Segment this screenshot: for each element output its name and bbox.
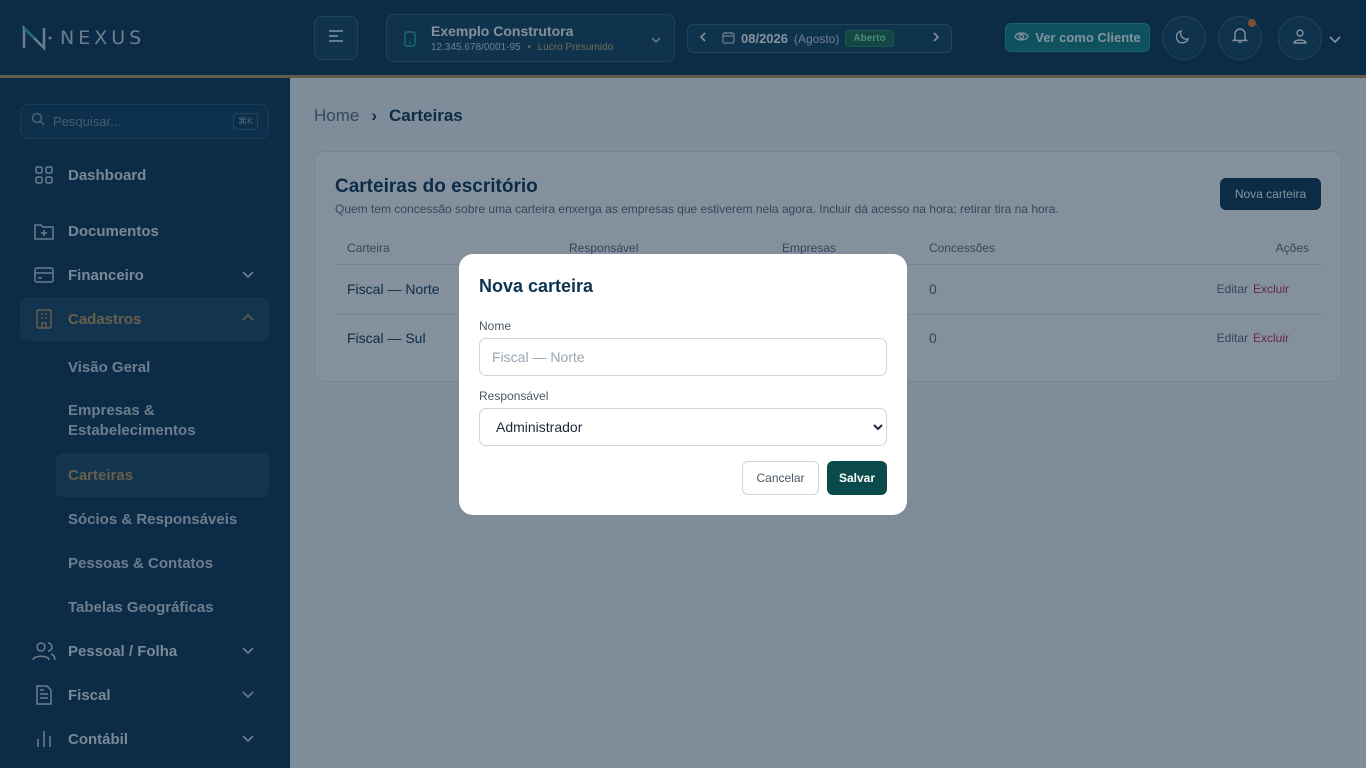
carteira-name-input[interactable] bbox=[479, 338, 887, 376]
owner-field-label: Responsável bbox=[479, 389, 549, 403]
new-carteira-modal: Nova carteira Nome Responsável Administr… bbox=[459, 254, 907, 515]
name-field-label: Nome bbox=[479, 319, 512, 333]
save-button[interactable]: Salvar bbox=[827, 461, 887, 495]
owner-select[interactable]: Administrador bbox=[479, 408, 887, 446]
cancel-button[interactable]: Cancelar bbox=[742, 461, 819, 495]
modal-title: Nova carteira bbox=[479, 276, 594, 296]
